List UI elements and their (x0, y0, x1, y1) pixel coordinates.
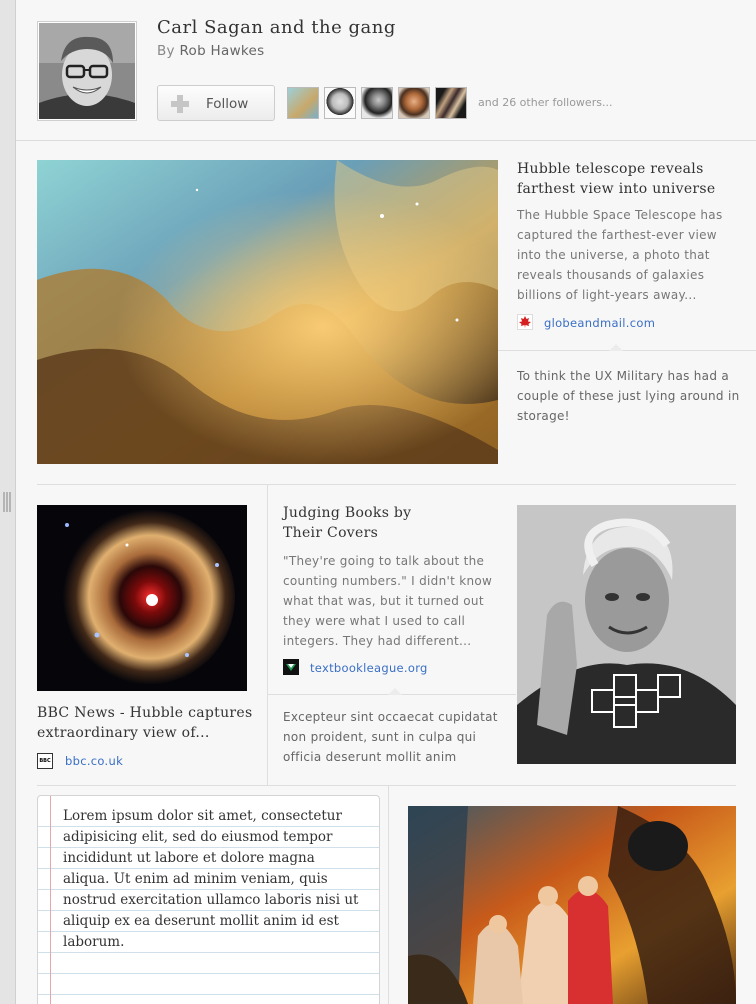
galaxy-image[interactable] (37, 505, 247, 691)
bbc-article-title[interactable]: BBC News - Hubble captures extraordinary… (37, 703, 257, 743)
hubble-comment: To think the UX Military has had a coupl… (517, 369, 740, 423)
row-divider (37, 785, 736, 786)
follow-label: Follow (206, 96, 249, 112)
scifi-poster-image[interactable] (408, 806, 736, 1004)
author-byline: By Rob Hawkes (157, 43, 265, 59)
follower-avatar[interactable] (287, 87, 319, 119)
hubble-article-title[interactable]: Hubble telescope reveals farthest view i… (517, 159, 732, 199)
bbc-logo-icon: BBC (37, 753, 53, 769)
maple-leaf-icon (517, 314, 533, 330)
textbook-icon (283, 659, 299, 675)
lined-paper-note[interactable]: Lorem ipsum dolor sit amet, consectetur … (37, 795, 380, 1004)
follow-button[interactable]: Follow (157, 85, 275, 121)
plus-icon (171, 95, 189, 113)
comment-pointer (609, 344, 623, 351)
collection-title[interactable]: Carl Sagan and the gang (157, 17, 396, 38)
follower-avatar[interactable] (398, 87, 430, 119)
hubble-source-link[interactable]: globeandmail.com (544, 316, 655, 330)
follower-avatar[interactable] (435, 87, 467, 119)
collection-page: Carl Sagan and the gang By Rob Hawkes Fo… (15, 0, 756, 1004)
note-text: Lorem ipsum dolor sit amet, consectetur … (63, 808, 359, 950)
author-link[interactable]: Rob Hawkes (179, 43, 264, 59)
comment-pointer (388, 688, 402, 695)
nebula-image[interactable] (37, 160, 498, 464)
panel-resize-handle[interactable] (3, 492, 11, 512)
hubble-article-description: The Hubble Space Telescope has captured … (517, 208, 723, 302)
feynman-photo[interactable] (517, 505, 736, 764)
row-divider (37, 484, 736, 485)
books-comment: Excepteur sint occaecat cupidatat non pr… (283, 710, 498, 764)
byline-prefix: By (157, 43, 175, 59)
column-divider (388, 786, 389, 1004)
followers-count-text[interactable]: and 26 other followers... (478, 96, 612, 109)
books-source-link[interactable]: textbookleague.org (310, 661, 428, 675)
note-margin-line (50, 796, 51, 1004)
follower-avatar[interactable] (324, 87, 356, 119)
bbc-source-link[interactable]: bbc.co.uk (65, 754, 123, 768)
books-article-title[interactable]: Judging Books by Their Covers (283, 503, 423, 543)
follower-avatar[interactable] (361, 87, 393, 119)
author-avatar[interactable] (37, 21, 137, 121)
collection-header: Carl Sagan and the gang By Rob Hawkes Fo… (16, 0, 756, 141)
books-article-description: "They're going to talk about the countin… (283, 554, 493, 648)
column-divider (267, 485, 268, 785)
divider (498, 350, 756, 351)
